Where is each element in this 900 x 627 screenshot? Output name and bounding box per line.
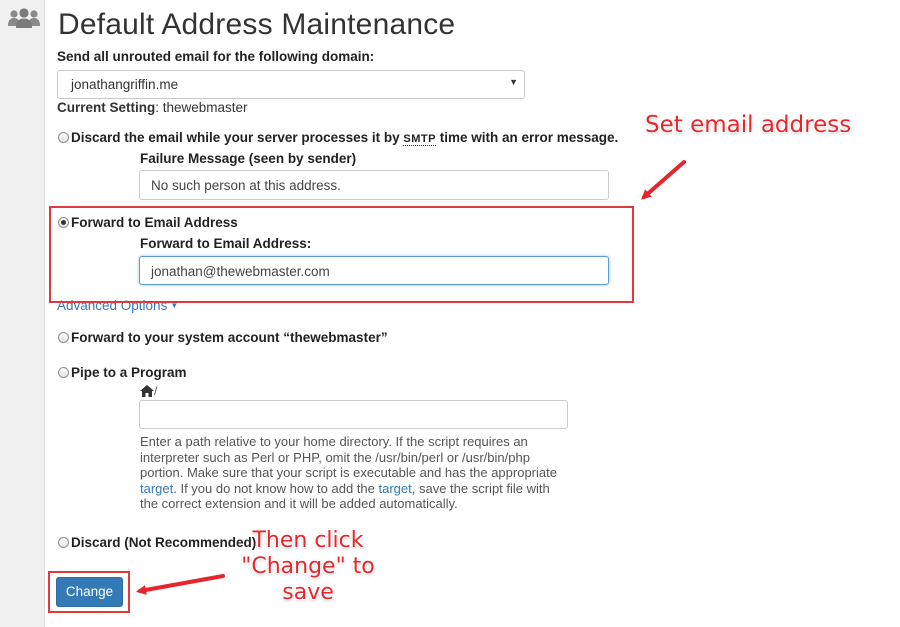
annotation-arrows <box>136 160 686 595</box>
annotation-line-2: "Change" to <box>241 554 375 579</box>
arrow-to-forward-box <box>640 160 686 200</box>
annotation-line-1: Then click <box>252 528 364 553</box>
arrow-to-change-button <box>136 574 225 595</box>
annotation-then-click: Then click "Change" to save <box>238 528 378 606</box>
annotation-set-email: Set email address <box>645 112 852 138</box>
annotation-line-3: save <box>282 580 334 605</box>
